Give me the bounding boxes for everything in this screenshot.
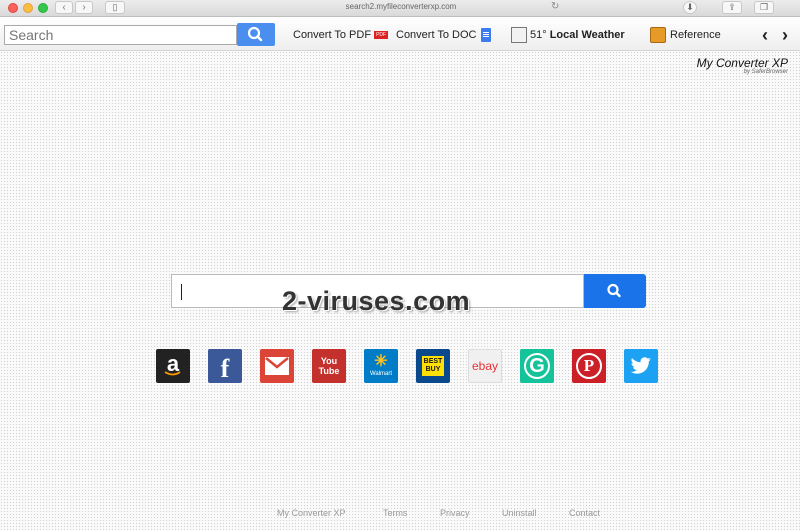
- walmart-link[interactable]: ✳ Walmart: [364, 349, 398, 383]
- walmart-spark-icon: ✳: [374, 353, 388, 370]
- footer-link-my-converter[interactable]: My Converter XP: [277, 508, 346, 518]
- close-window-button[interactable]: [8, 3, 18, 13]
- grammarly-icon: G: [524, 353, 550, 379]
- toolbar-scroll-right-icon[interactable]: ›: [782, 26, 788, 44]
- toolbar-scroll-left-icon[interactable]: ‹: [762, 26, 768, 44]
- gmail-icon: [265, 357, 289, 375]
- main-search-button[interactable]: [584, 274, 646, 308]
- convert-to-doc-label: Convert To DOC: [396, 29, 477, 41]
- toolbar-search-button[interactable]: [237, 23, 275, 46]
- browser-titlebar: ‹ › ▯ search2.myfileconverterxp.com ↻ ⬇ …: [0, 0, 800, 17]
- reference-link[interactable]: Reference: [650, 25, 721, 45]
- local-weather-link[interactable]: 51° Local Weather: [511, 25, 625, 45]
- convert-to-doc-link[interactable]: Convert To DOC: [396, 25, 491, 45]
- grammarly-link[interactable]: G: [520, 349, 554, 383]
- gmail-link[interactable]: [260, 349, 294, 383]
- amazon-smile-icon: [164, 371, 181, 376]
- ebay-link[interactable]: ebay: [468, 349, 502, 383]
- tabs-icon[interactable]: ❐: [754, 1, 774, 14]
- watermark-text: 2-viruses.com: [282, 286, 471, 316]
- toolbar-search-input[interactable]: [4, 25, 237, 45]
- doc-icon: [480, 28, 491, 43]
- footer-link-contact[interactable]: Contact: [569, 508, 600, 518]
- footer-link-privacy[interactable]: Privacy: [440, 508, 470, 518]
- brand-logo: My Converter XP by SaferBrowser: [697, 56, 788, 75]
- twitter-link[interactable]: [624, 349, 658, 383]
- reload-icon[interactable]: ↻: [551, 1, 559, 12]
- facebook-icon: f: [220, 354, 230, 383]
- walmart-label: Walmart: [369, 371, 393, 377]
- bestbuy-link[interactable]: BEST BUY: [416, 349, 450, 383]
- reference-icon: [650, 27, 666, 44]
- facebook-link[interactable]: f: [208, 349, 242, 383]
- download-icon[interactable]: ⬇: [683, 1, 697, 14]
- pinterest-link[interactable]: P: [572, 349, 606, 383]
- extension-toolbar: Convert To PDFPDF Convert To DOC 51° Loc…: [0, 17, 800, 51]
- amazon-link[interactable]: a: [156, 349, 190, 383]
- bestbuy-icon: BEST BUY: [422, 356, 444, 376]
- address-bar[interactable]: search2.myfileconverterxp.com: [236, 0, 566, 14]
- sidebar-icon[interactable]: ▯: [105, 1, 125, 14]
- weather-icon: [511, 27, 527, 44]
- forward-button[interactable]: ›: [75, 1, 93, 14]
- weather-temperature: 51°: [530, 29, 547, 41]
- convert-to-pdf-label: Convert To PDF: [293, 29, 372, 41]
- text-caret: [181, 284, 182, 300]
- search-icon: [607, 283, 621, 298]
- footer-link-terms[interactable]: Terms: [383, 508, 408, 518]
- pdf-icon: PDF: [374, 31, 389, 40]
- minimize-window-button[interactable]: [23, 3, 33, 13]
- twitter-bird-icon: [630, 357, 651, 374]
- youtube-icon: You Tube: [318, 356, 340, 376]
- share-icon[interactable]: ⇪: [722, 1, 742, 14]
- footer-link-uninstall[interactable]: Uninstall: [502, 508, 537, 518]
- search-icon: [247, 26, 263, 42]
- ebay-icon: ebay: [471, 359, 499, 373]
- back-button[interactable]: ‹: [55, 1, 73, 14]
- weather-label: Local Weather: [549, 29, 625, 41]
- zoom-window-button[interactable]: [38, 3, 48, 13]
- youtube-link[interactable]: You Tube: [312, 349, 346, 383]
- reference-label: Reference: [670, 29, 721, 41]
- pinterest-icon: P: [576, 353, 602, 379]
- brand-name: My Converter XP: [696, 56, 788, 70]
- convert-to-pdf-link[interactable]: Convert To PDF PDF: [293, 25, 389, 45]
